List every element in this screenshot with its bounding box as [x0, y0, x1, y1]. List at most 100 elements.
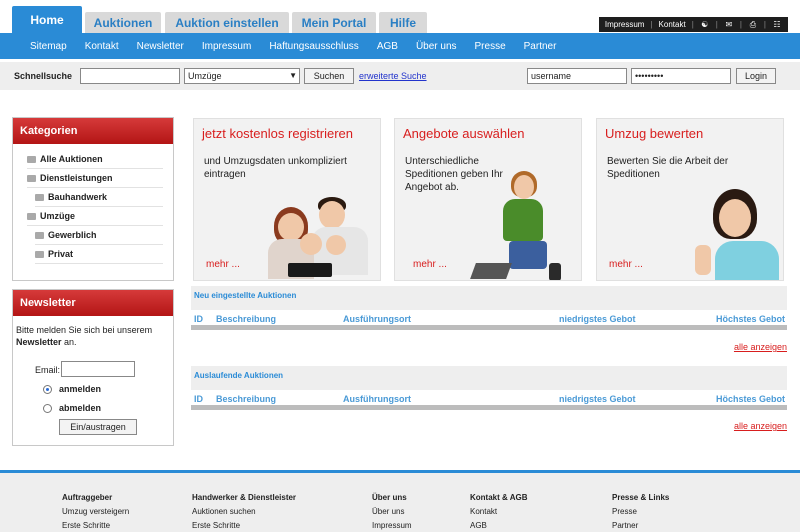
- footer-link[interactable]: Auktionen suchen: [192, 505, 296, 519]
- category-item-privat[interactable]: Privat: [35, 245, 163, 264]
- category-select-value: Umzüge: [188, 71, 222, 81]
- radio-abmelden-label: abmelden: [59, 403, 102, 413]
- newsletter-text-bold: Newsletter: [16, 337, 62, 347]
- main-nav: Sitemap Kontakt Newsletter Impressum Haf…: [0, 33, 800, 59]
- network-icon[interactable]: ☷: [772, 20, 782, 29]
- promo-more-link[interactable]: mehr ...: [609, 259, 643, 270]
- promo-title: Angebote auswählen: [403, 126, 525, 141]
- show-all-expiring-auctions-link[interactable]: alle anzeigen: [734, 421, 787, 431]
- util-separator: |: [691, 20, 694, 29]
- util-kontakt-link[interactable]: Kontakt: [659, 20, 686, 29]
- footer-heading: Über uns: [372, 493, 407, 502]
- util-separator: |: [763, 20, 766, 29]
- category-item-umzuege[interactable]: Umzüge: [27, 207, 163, 226]
- column-header-ausfuehrungsort[interactable]: Ausführungsort: [343, 394, 411, 404]
- woman-thumbs-up-illustration: [689, 183, 783, 280]
- promo-more-link[interactable]: mehr ...: [413, 259, 447, 270]
- radio-abmelden[interactable]: [43, 404, 52, 413]
- column-header-ausfuehrungsort[interactable]: Ausführungsort: [343, 314, 411, 324]
- top-bar: Home Auktionen Auktion einstellen Mein P…: [0, 0, 800, 34]
- folder-icon: [35, 231, 44, 239]
- footer-column-kontakt-agb: Kontakt & AGB Kontakt AGB: [470, 491, 527, 532]
- tab-hilfe[interactable]: Hilfe: [379, 12, 427, 34]
- folder-icon: [27, 212, 36, 220]
- footer-link[interactable]: Impressum: [372, 519, 412, 532]
- category-label: Bauhandwerk: [48, 192, 108, 202]
- folder-icon: [27, 155, 36, 163]
- column-header-id[interactable]: ID: [194, 394, 203, 404]
- expiring-auctions-title: Auslaufende Auktionen: [191, 366, 787, 390]
- category-item-gewerblich[interactable]: Gewerblich: [35, 226, 163, 245]
- footer-column-presse-links: Presse & Links Presse Partner: [612, 491, 669, 532]
- footer: Auftraggeber Umzug versteigern Erste Sch…: [0, 470, 800, 532]
- footer-link[interactable]: Umzug versteigern: [62, 505, 129, 519]
- column-header-niedrigstes-gebot[interactable]: niedrigstes Gebot: [559, 314, 636, 324]
- footer-link[interactable]: AGB: [470, 519, 527, 532]
- categories-title: Kategorien: [13, 118, 173, 144]
- woman-laptop-illustration: [469, 171, 579, 280]
- footer-link[interactable]: Kontakt: [470, 505, 527, 519]
- column-header-id[interactable]: ID: [194, 314, 203, 324]
- category-label: Dienstleistungen: [40, 173, 113, 183]
- mail-icon[interactable]: ✉: [724, 20, 734, 29]
- login-button[interactable]: Login: [736, 68, 776, 84]
- newsletter-email-input[interactable]: [61, 361, 135, 377]
- nav-impressum[interactable]: Impressum: [202, 41, 251, 52]
- print-icon[interactable]: ⎙: [748, 20, 758, 29]
- footer-link[interactable]: Erste Schritte: [62, 519, 129, 532]
- tab-auktionen[interactable]: Auktionen: [85, 12, 161, 34]
- nav-sitemap[interactable]: Sitemap: [30, 41, 67, 52]
- column-header-niedrigstes-gebot[interactable]: niedrigstes Gebot: [559, 394, 636, 404]
- radio-anmelden-label: anmelden: [59, 384, 102, 394]
- password-input[interactable]: •••••••••: [631, 68, 731, 84]
- category-select[interactable]: Umzüge ▼: [184, 68, 300, 84]
- promo-title: jetzt kostenlos registrieren: [202, 126, 354, 141]
- category-item-alle-auktionen[interactable]: Alle Auktionen: [27, 150, 163, 169]
- footer-heading: Presse & Links: [612, 493, 670, 502]
- category-item-bauhandwerk[interactable]: Bauhandwerk: [35, 188, 163, 207]
- nav-ueber-uns[interactable]: Über uns: [416, 41, 457, 52]
- username-input[interactable]: username: [527, 68, 627, 84]
- util-separator: |: [650, 20, 653, 29]
- radio-anmelden[interactable]: [43, 385, 52, 394]
- column-header-hoechstes-gebot[interactable]: Höchstes Gebot: [716, 394, 785, 404]
- footer-link[interactable]: Partner: [612, 519, 669, 532]
- newsletter-title: Newsletter: [13, 290, 173, 316]
- footer-heading: Handwerker & Dienstleister: [192, 493, 297, 502]
- category-item-dienstleistungen[interactable]: Dienstleistungen: [27, 169, 163, 188]
- promo-more-link[interactable]: mehr ...: [206, 259, 240, 270]
- column-header-hoechstes-gebot[interactable]: Höchstes Gebot: [716, 314, 785, 324]
- tab-mein-portal[interactable]: Mein Portal: [292, 12, 376, 34]
- column-header-beschreibung[interactable]: Beschreibung: [216, 314, 276, 324]
- column-header-beschreibung[interactable]: Beschreibung: [216, 394, 276, 404]
- expiring-auctions-section: Auslaufende Auktionen ID Beschreibung Au…: [191, 366, 787, 431]
- nav-haftungsausschluss[interactable]: Haftungsausschluss: [269, 41, 359, 52]
- promo-register: jetzt kostenlos registrieren und Umzugsd…: [193, 118, 381, 281]
- tab-auktion-einstellen[interactable]: Auktion einstellen: [165, 12, 289, 34]
- tab-home[interactable]: Home: [12, 6, 82, 34]
- quick-search-input[interactable]: [80, 68, 180, 84]
- footer-link[interactable]: Erste Schritte: [192, 519, 296, 532]
- footer-heading: Kontakt & AGB: [470, 493, 528, 502]
- nav-partner[interactable]: Partner: [524, 41, 557, 52]
- nav-kontakt[interactable]: Kontakt: [85, 41, 119, 52]
- newsletter-submit-button[interactable]: Ein/austragen: [59, 419, 137, 435]
- promo-text: Bewerten Sie die Arbeit der Speditionen: [607, 156, 729, 180]
- promo-offers: Angebote auswählen Unterschiedliche Sped…: [394, 118, 582, 281]
- nav-presse[interactable]: Presse: [475, 41, 506, 52]
- nav-newsletter[interactable]: Newsletter: [137, 41, 184, 52]
- new-auctions-section: Neu eingestellte Auktionen ID Beschreibu…: [191, 286, 787, 352]
- categories-box: Kategorien Alle Auktionen Dienstleistung…: [12, 117, 174, 281]
- footer-link[interactable]: Über uns: [372, 505, 412, 519]
- footer-link[interactable]: Presse: [612, 505, 669, 519]
- show-all-new-auctions-link[interactable]: alle anzeigen: [734, 342, 787, 352]
- users-icon[interactable]: ☯: [700, 20, 710, 29]
- search-button[interactable]: Suchen: [304, 68, 354, 84]
- util-impressum-link[interactable]: Impressum: [605, 20, 645, 29]
- nav-agb[interactable]: AGB: [377, 41, 398, 52]
- quick-search-label: Schnellsuche: [14, 71, 73, 81]
- footer-column-auftraggeber: Auftraggeber Umzug versteigern Erste Sch…: [62, 491, 129, 532]
- footer-column-ueber-uns: Über uns Über uns Impressum: [372, 491, 412, 532]
- promo-text: und Umzugsdaten unkompliziert eintragen: [204, 156, 347, 180]
- advanced-search-link[interactable]: erweiterte Suche: [359, 71, 427, 81]
